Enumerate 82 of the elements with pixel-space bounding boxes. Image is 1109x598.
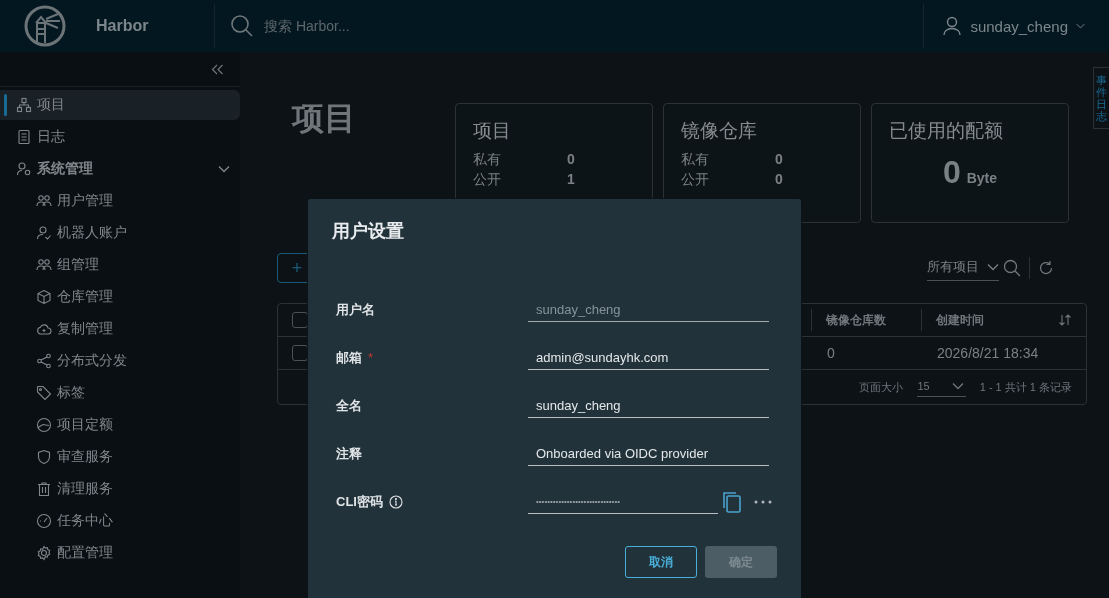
stat-value: 1 — [567, 170, 575, 189]
sidebar-item[interactable]: 配置管理 — [0, 538, 240, 568]
chevron-down-icon — [218, 165, 230, 173]
pagination-summary: 1 - 1 共计 1 条记录 — [979, 379, 1072, 395]
search-icon[interactable] — [1003, 259, 1021, 277]
chevron-down-icon — [987, 262, 999, 271]
stat-value: 0 — [775, 150, 783, 169]
input-field[interactable]: Onboarded via OIDC provider — [528, 441, 769, 466]
search-icon[interactable] — [230, 14, 254, 38]
sidebar-item[interactable]: 项目 — [0, 90, 240, 120]
search-field[interactable]: 搜索 Harbor... — [262, 17, 566, 35]
user-check-icon — [36, 225, 52, 241]
users-icon — [36, 257, 52, 273]
card-title: 项目 — [473, 119, 512, 143]
table-cell-text: 0 — [826, 345, 836, 361]
sidebar-item[interactable]: 系统管理 — [0, 154, 240, 184]
dialog-title: 用户设置 — [332, 220, 405, 243]
stat-label: 私有 — [473, 150, 502, 169]
trash-icon — [36, 481, 52, 497]
product-name: Harbor — [96, 17, 150, 35]
stat-value: 0 — [775, 170, 783, 189]
column-header[interactable]: 创建时间 — [921, 309, 1086, 331]
speedometer-icon — [36, 513, 52, 529]
card-title: 镜像仓库 — [681, 119, 758, 143]
sidebar-item[interactable]: 清理服务 — [0, 474, 240, 504]
tag-icon — [36, 385, 52, 401]
info-icon[interactable] — [388, 494, 403, 509]
sidebar-item[interactable]: 日志 — [0, 122, 240, 152]
sidebar-item[interactable]: 仓库管理 — [0, 282, 240, 312]
sort-icon[interactable] — [1058, 314, 1072, 326]
chevron-down-icon — [951, 381, 964, 390]
lighthouse-logo-icon[interactable] — [24, 5, 66, 47]
sidebar-item[interactable]: 标签 — [0, 378, 240, 408]
page-size-dropdown[interactable]: 15 — [917, 377, 966, 397]
input-field[interactable]: admin@sundayhk.com — [528, 345, 769, 370]
field-label: 邮箱 — [336, 348, 362, 367]
user-gear-icon — [16, 161, 32, 177]
cancel-button[interactable]: 取消 — [625, 546, 697, 578]
shield-icon — [36, 449, 52, 465]
page-title: 项目 — [292, 100, 357, 138]
sidebar-item[interactable]: 组管理 — [0, 250, 240, 280]
quota-value: 0 — [942, 154, 961, 191]
cube-icon — [36, 289, 52, 305]
sidebar-item[interactable]: 分布式分发 — [0, 346, 240, 376]
copy-icon[interactable] — [722, 490, 742, 513]
collapse-icon[interactable] — [211, 63, 224, 75]
stat-label: 私有 — [681, 150, 710, 169]
field-label: 全名 — [336, 396, 362, 415]
event-log-tab[interactable]: 事件日志 — [1093, 67, 1109, 130]
user-icon — [942, 16, 963, 36]
field-label: CLI密码 — [336, 492, 383, 511]
stat-value: 0 — [567, 150, 575, 169]
field-label: 用户名 — [336, 300, 375, 319]
share-icon — [36, 353, 52, 369]
gear-icon — [36, 545, 52, 561]
sidebar-item[interactable]: 项目定额 — [0, 410, 240, 440]
page-size-label: 页面大小 — [859, 379, 904, 395]
input-field[interactable]: sunday_cheng — [528, 393, 769, 418]
gauge-icon — [36, 417, 52, 433]
hierarchy-icon — [16, 97, 32, 113]
refresh-icon[interactable] — [1038, 260, 1054, 276]
quota-unit: Byte — [966, 170, 998, 186]
users-icon — [36, 193, 52, 209]
sidebar-item[interactable]: 用户管理 — [0, 186, 240, 216]
field-label: 注释 — [336, 444, 362, 463]
table-cell-text: 2026/8/21 18:34 — [936, 345, 1040, 361]
card-title: 已使用的配额 — [889, 119, 1004, 143]
filter-dropdown[interactable]: 所有项目 — [927, 255, 999, 281]
sidebar-item[interactable]: 复制管理 — [0, 314, 240, 344]
stat-label: 公开 — [473, 170, 502, 189]
more-icon[interactable] — [754, 499, 772, 504]
user-menu[interactable]: sunday_cheng — [923, 4, 1109, 48]
input-field[interactable]: •••••••••••••••••••••••••••••• — [528, 489, 718, 514]
sidebar-item[interactable]: 任务中心 — [0, 506, 240, 536]
column-header[interactable]: 镜像仓库数 — [811, 309, 921, 331]
chevron-down-icon — [1076, 23, 1085, 29]
document-icon — [16, 129, 32, 145]
sidebar-item[interactable]: 审查服务 — [0, 442, 240, 472]
sidebar-item[interactable]: 机器人账户 — [0, 218, 240, 248]
stat-label: 公开 — [681, 170, 710, 189]
cloud-icon — [36, 321, 52, 337]
required-mark: * — [368, 350, 374, 365]
